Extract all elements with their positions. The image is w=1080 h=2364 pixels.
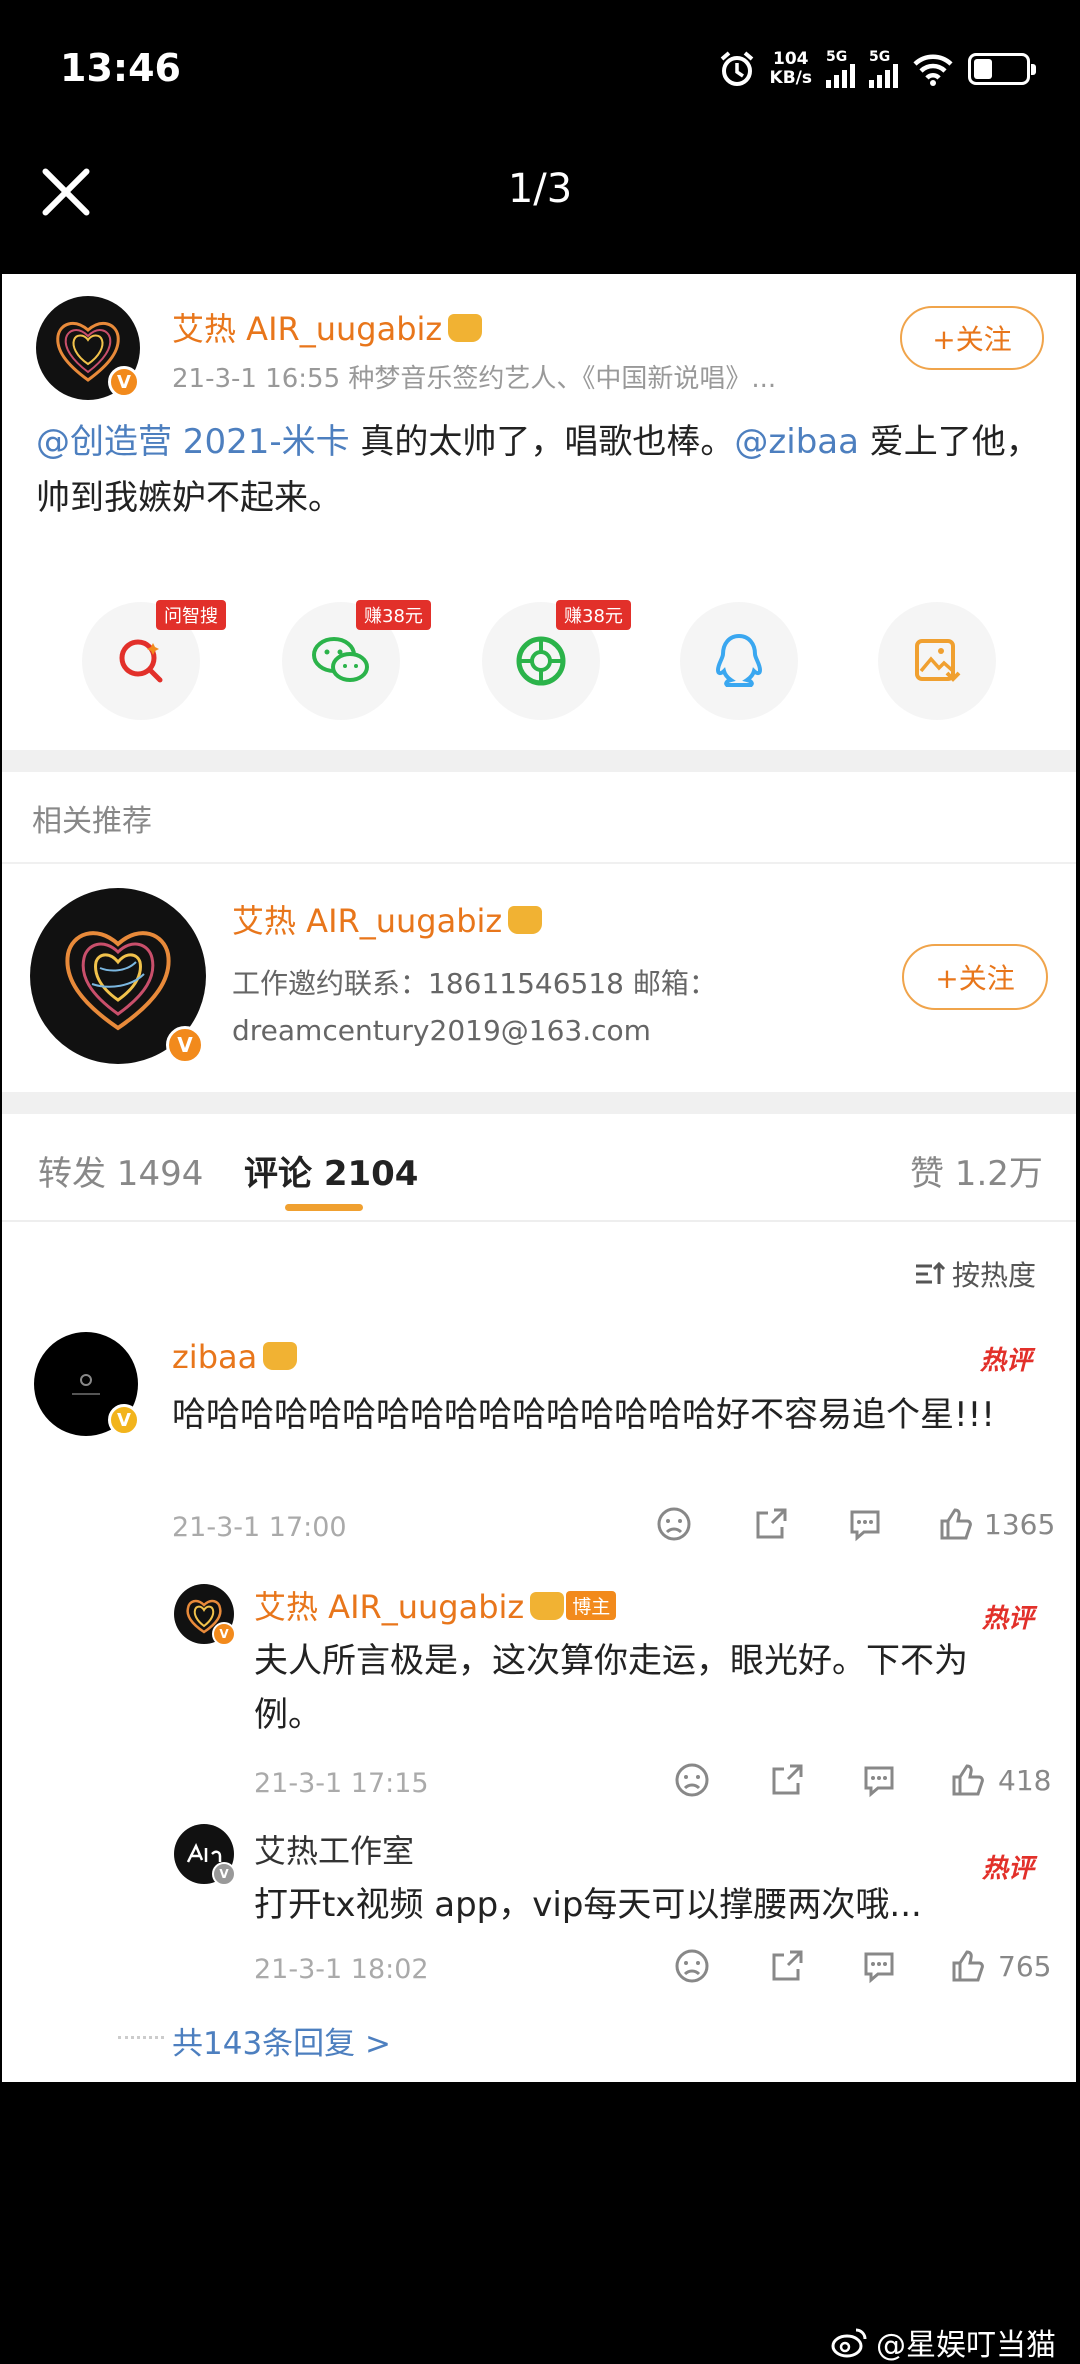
reply-author[interactable]: 艾热 AIR_uugabiz 博主 — [254, 1582, 617, 1628]
repost-icon[interactable] — [768, 1947, 806, 1985]
save-image-icon — [915, 639, 961, 682]
dislike-icon[interactable] — [672, 1946, 712, 1986]
related-follow-button[interactable]: +关注 — [902, 944, 1048, 1010]
share-qq-button[interactable] — [680, 602, 798, 720]
screenshot-image: V 艾热 AIR_uugabiz 21-3-1 16:55 种梦音乐签约艺人、《… — [2, 274, 1076, 2082]
like-count: 765 — [998, 1949, 1052, 1983]
verified-badge: V — [212, 1862, 236, 1886]
verified-badge: V — [108, 366, 140, 398]
comment-text: 哈哈哈哈哈哈哈哈哈哈哈哈哈哈哈哈好不容易追个星!!! — [172, 1395, 995, 1435]
qq-icon — [715, 633, 763, 687]
like-icon[interactable] — [936, 1505, 974, 1543]
reply-text: 夫人所言极是，这次算你走运，眼光好。下不为例。 — [254, 1641, 968, 1735]
reply-actions: 418 — [672, 1760, 1051, 1800]
reply-icon[interactable] — [860, 1761, 898, 1799]
related-name[interactable]: 艾热 AIR_uugabiz — [232, 896, 543, 942]
like-icon[interactable] — [948, 1761, 986, 1799]
watermark: @星娱叮当猫 — [830, 2320, 1056, 2364]
reply-date: 21-3-1 18:02 — [254, 1954, 429, 1985]
hot-comment-badge: 热评 — [982, 1604, 1035, 1634]
like-count: 418 — [998, 1763, 1052, 1797]
signal-sim2: 5G — [869, 50, 898, 88]
reply-icon[interactable] — [846, 1505, 884, 1543]
comment-actions: 1365 — [654, 1504, 1055, 1544]
repost-icon[interactable] — [752, 1505, 790, 1543]
wechat-icon — [312, 637, 369, 682]
vip-crown-icon — [448, 314, 483, 342]
comment-date: 21-3-1 17:00 — [172, 1512, 347, 1543]
interaction-tabs: 转发 1494 评论 2104 赞 1.2万 — [2, 1112, 1076, 1222]
hot-comment-badge: 热评 — [980, 1346, 1033, 1376]
vip-crown-icon — [530, 1592, 565, 1620]
share-tag: 赚38元 — [556, 600, 631, 630]
sort-button[interactable]: 按热度 — [914, 1254, 1036, 1294]
reply-text: 打开tx视频 app，vip每天可以撑腰两次哦... — [254, 1885, 922, 1925]
post-text: @创造营 2021-米卡 真的太帅了，唱歌也棒。@zibaa 爱上了他，帅到我嫉… — [36, 422, 1040, 518]
repost-icon[interactable] — [768, 1761, 806, 1799]
more-replies-link[interactable]: 共143条回复 > — [172, 2018, 391, 2063]
verified-badge: V — [212, 1622, 236, 1646]
section-divider — [2, 1092, 1076, 1114]
image-counter: 1/3 — [507, 166, 573, 212]
dotted-divider — [118, 2036, 164, 2039]
reply-actions: 765 — [672, 1946, 1051, 1986]
reply-icon[interactable] — [860, 1947, 898, 1985]
follow-button[interactable]: +关注 — [900, 306, 1044, 370]
weibo-logo-icon — [831, 2328, 867, 2358]
related-title: 相关推荐 — [32, 804, 152, 839]
battery-icon — [968, 53, 1036, 85]
reply-author[interactable]: 艾热工作室 — [254, 1826, 414, 1872]
owner-tag: 博主 — [566, 1590, 617, 1620]
alarm-icon — [720, 51, 753, 86]
moments-icon — [516, 636, 566, 686]
status-time: 13:46 — [60, 46, 181, 90]
vip-crown-icon — [508, 906, 543, 934]
comment-author[interactable]: zibaa — [172, 1338, 298, 1376]
post-meta: 21-3-1 16:55 种梦音乐签约艺人、《中国新说唱》... — [172, 364, 777, 394]
network-speed: 104 KB/s — [769, 49, 812, 88]
sort-icon — [916, 1261, 946, 1284]
search-ai-icon — [119, 639, 163, 683]
vip-crown-icon — [263, 1342, 298, 1370]
divider-line — [2, 862, 1076, 864]
tab-comments[interactable]: 评论 2104 — [244, 1146, 418, 1195]
share-tag: 问智搜 — [156, 600, 226, 630]
like-count: 1365 — [984, 1507, 1056, 1541]
section-divider — [2, 750, 1076, 772]
status-bar: 13:46 104 KB/s 5G 5G — [0, 0, 1080, 150]
reply-date: 21-3-1 17:15 — [254, 1768, 429, 1799]
tab-repost[interactable]: 转发 1494 — [38, 1146, 203, 1195]
related-desc-line2: dreamcentury2019@163.com — [232, 1014, 651, 1047]
mention-link[interactable]: @zibaa — [734, 422, 859, 462]
status-icons: 104 KB/s 5G 5G — [718, 49, 1036, 88]
signal-sim1: 5G — [826, 50, 855, 88]
share-tag: 赚38元 — [356, 600, 431, 630]
share-save-image-button[interactable] — [878, 602, 996, 720]
related-desc-line1: 工作邀约联系：18611546518 邮箱： — [232, 967, 717, 1000]
like-icon[interactable] — [948, 1947, 986, 1985]
wifi-icon — [913, 54, 953, 86]
dislike-icon[interactable] — [672, 1760, 712, 1800]
tab-underline — [285, 1204, 363, 1211]
dislike-icon[interactable] — [654, 1504, 694, 1544]
verified-badge: V — [166, 1026, 204, 1064]
mention-link[interactable]: @创造营 2021-米卡 — [36, 422, 350, 462]
author-name[interactable]: 艾热 AIR_uugabiz — [172, 304, 483, 350]
verified-badge: V — [108, 1404, 140, 1436]
tab-likes[interactable]: 赞 1.2万 — [910, 1146, 1043, 1195]
